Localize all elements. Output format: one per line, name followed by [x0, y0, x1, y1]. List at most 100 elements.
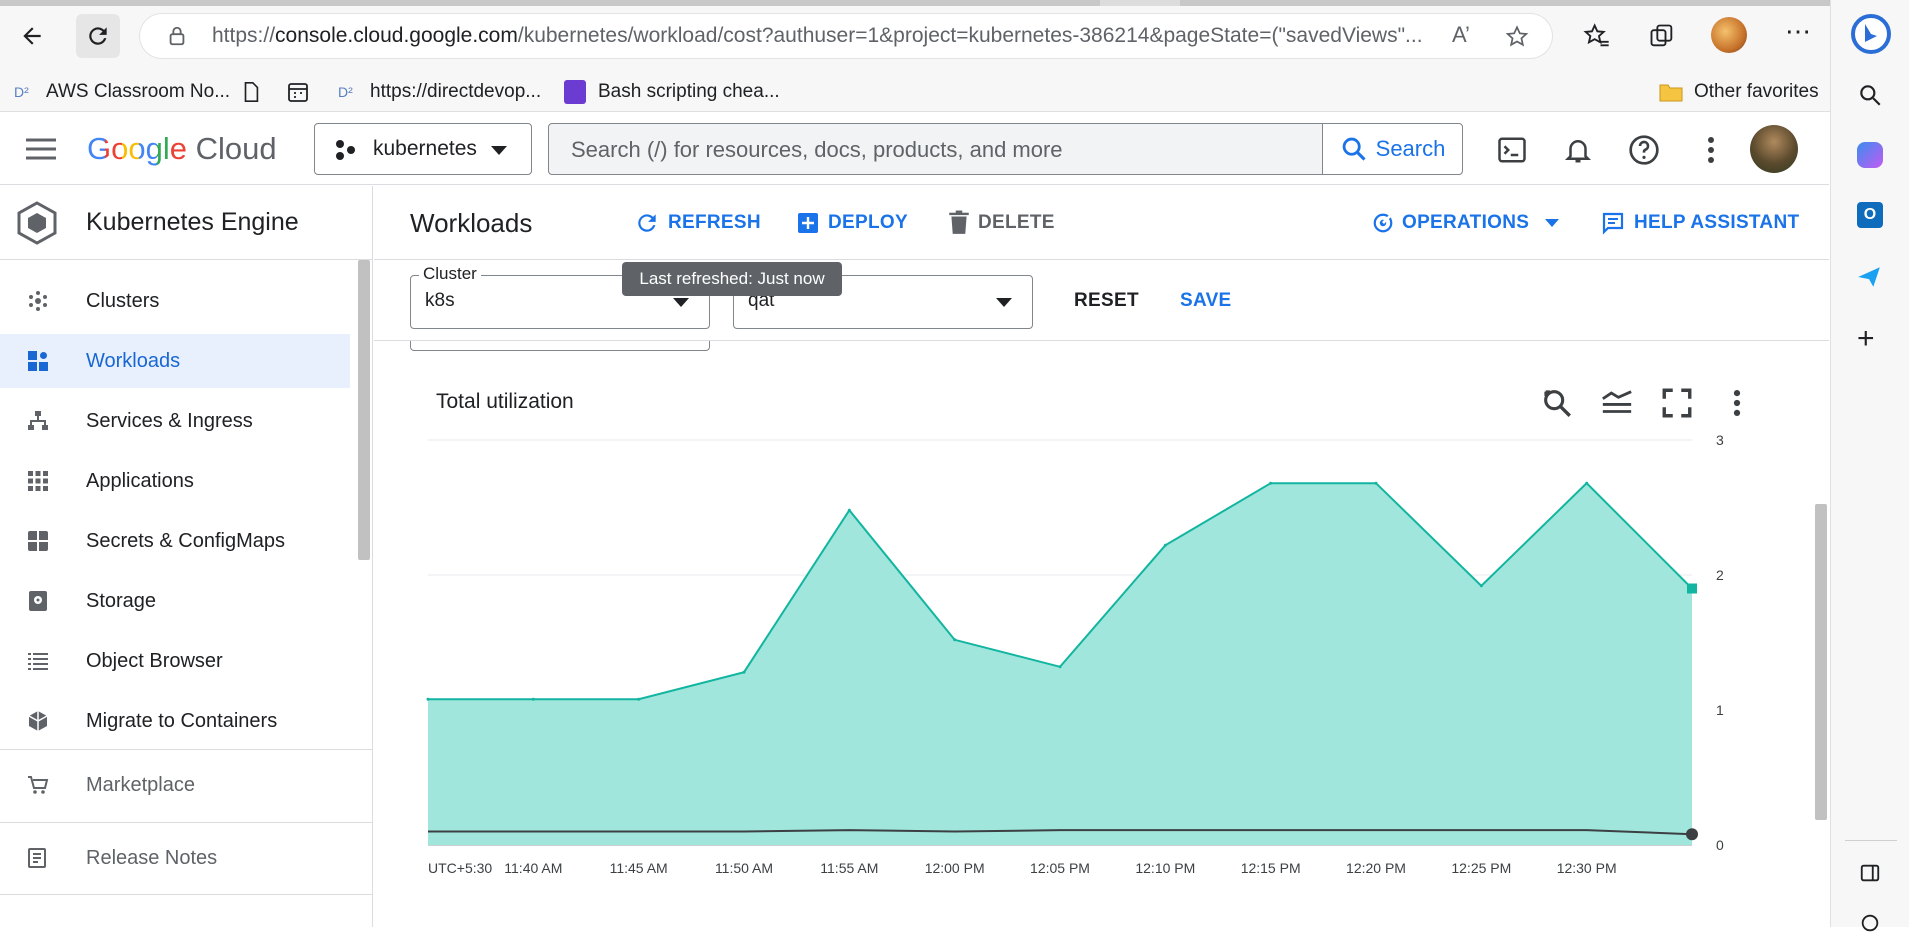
add-icon[interactable]: +: [1857, 322, 1875, 356]
applications-icon: [28, 471, 48, 491]
data-point: [1058, 665, 1062, 669]
browser-toolbar: https://console.cloud.google.com/kuberne…: [0, 0, 1909, 72]
object-browser-icon: [28, 653, 48, 670]
operations-button[interactable]: OPERATIONS: [1372, 186, 1560, 260]
settings-icon[interactable]: [1859, 912, 1881, 934]
delete-label: DELETE: [978, 212, 1055, 233]
sidebar-item-storage[interactable]: Storage: [0, 574, 350, 628]
fullscreen-icon[interactable]: [1660, 386, 1694, 420]
send-icon[interactable]: [1855, 264, 1883, 290]
sidebar-item-migrate-to-containers[interactable]: Migrate to Containers: [0, 694, 350, 748]
sidebar-toggle-icon[interactable]: [1859, 862, 1881, 884]
sidebar-item-services-ingress[interactable]: Services & Ingress: [0, 394, 350, 448]
favorites-icon[interactable]: [1583, 22, 1611, 50]
cluster-label: Cluster: [419, 264, 481, 284]
deploy-button[interactable]: DEPLOY: [796, 186, 908, 260]
bing-chat-icon[interactable]: [1849, 10, 1893, 58]
sidebar-item-secrets-configmaps[interactable]: Secrets & ConfigMaps: [0, 514, 350, 568]
read-aloud-icon[interactable]: A’: [1452, 22, 1470, 48]
more-icon[interactable]: ⋯: [1785, 16, 1812, 47]
workloads-icon: [28, 351, 48, 371]
refresh-button[interactable]: REFRESH: [634, 186, 761, 260]
google-cloud-logo[interactable]: Google Cloud: [87, 131, 277, 167]
data-point: [637, 697, 641, 701]
main-scrollbar[interactable]: [1815, 504, 1827, 820]
browser-tab[interactable]: [1180, 0, 1909, 6]
url-text[interactable]: https://console.cloud.google.com/kuberne…: [212, 14, 1442, 58]
back-button[interactable]: [10, 14, 54, 58]
cluster-select-shadow: [410, 341, 710, 351]
more-vert-icon[interactable]: [1720, 386, 1754, 420]
add-favorite-icon[interactable]: [1504, 24, 1530, 50]
page-icon[interactable]: [240, 80, 262, 104]
lock-icon[interactable]: [166, 25, 188, 47]
divider: [0, 894, 373, 895]
save-button[interactable]: SAVE: [1180, 261, 1232, 341]
search-button[interactable]: Search: [1322, 124, 1462, 174]
sidebar-item-label: Workloads: [86, 349, 181, 372]
refresh-tooltip: Last refreshed: Just now: [622, 262, 842, 296]
sidebar-scrollbar[interactable]: [358, 260, 370, 560]
cluster-value: k8s: [425, 290, 455, 311]
calendar-icon[interactable]: [286, 80, 310, 104]
bookmark-item[interactable]: AWS Classroom No...: [46, 72, 230, 112]
reload-button[interactable]: [76, 14, 120, 58]
utilization-chart[interactable]: 0 1 2 3 UTC+5:30 11:40 AM 11:45 AM 11:50 AM 11:5…: [410, 430, 1790, 900]
account-avatar[interactable]: [1750, 125, 1798, 173]
edge-sidebar: O +: [1830, 0, 1909, 932]
other-favorites[interactable]: Other favorites: [1694, 72, 1819, 112]
delete-button[interactable]: DELETE: [948, 186, 1055, 260]
address-bar[interactable]: https://console.cloud.google.com/kuberne…: [140, 14, 1552, 58]
x-tick-label: 11:50 AM: [715, 860, 773, 876]
storage-icon: [29, 591, 47, 611]
bookmark-item[interactable]: Bash scripting chea...: [598, 72, 780, 112]
tab-strip: [0, 0, 1909, 6]
cloud-shell-icon[interactable]: [1497, 135, 1527, 165]
browser-tab[interactable]: [0, 0, 1100, 6]
help-assistant-label: HELP ASSISTANT: [1634, 212, 1800, 233]
data-point: [953, 638, 957, 642]
collections-icon[interactable]: [1648, 22, 1676, 50]
y-tick-label: 2: [1716, 567, 1724, 583]
operations-icon: [1373, 213, 1393, 233]
help-assistant-button[interactable]: HELP ASSISTANT: [1600, 186, 1799, 260]
sidebar-item-label: Services & Ingress: [86, 409, 253, 432]
profile-avatar[interactable]: [1711, 17, 1747, 53]
utilization-chart-card: Total utilization 0 1 2 3 UTC+5:30 11:40 AM 11…: [410, 370, 1790, 900]
legend-toggle-icon[interactable]: [1600, 386, 1634, 420]
project-picker[interactable]: kubernetes: [314, 123, 532, 175]
url-host: console.cloud.google.com: [275, 24, 518, 47]
action-bar: Workloads REFRESH DEPLOY DELETE OPERATIO…: [374, 186, 1829, 260]
url-path: /kubernetes/workload/cost?authuser=1&pro…: [517, 24, 1423, 47]
url-scheme: https://: [212, 24, 276, 47]
sidebar-item-object-browser[interactable]: Object Browser: [0, 634, 350, 688]
search-icon[interactable]: [1857, 82, 1883, 108]
data-point: [742, 670, 746, 674]
more-vert-icon[interactable]: [1700, 136, 1722, 164]
notifications-icon[interactable]: [1563, 134, 1593, 166]
search-input[interactable]: Search (/) for resources, docs, products…: [571, 137, 1063, 163]
reset-button[interactable]: RESET: [1074, 261, 1139, 341]
zoom-reset-icon[interactable]: [1540, 386, 1574, 420]
data-point: [531, 697, 535, 701]
release-notes-icon: [28, 848, 46, 868]
x-tick-label: 12:20 PM: [1346, 860, 1406, 876]
search-bar[interactable]: Search (/) for resources, docs, products…: [548, 123, 1463, 175]
folder-icon: [1659, 84, 1683, 102]
help-icon[interactable]: [1628, 134, 1660, 166]
bookmark-item[interactable]: https://directdevop...: [370, 72, 541, 112]
refresh-icon: [638, 214, 656, 232]
copilot-icon[interactable]: [1857, 142, 1883, 168]
search-button-label: Search: [1375, 136, 1446, 161]
data-point: [426, 697, 430, 701]
hamburger-menu-icon[interactable]: [26, 137, 56, 161]
sidebar-item-clusters[interactable]: Clusters: [0, 274, 350, 328]
outlook-icon[interactable]: O: [1857, 202, 1883, 228]
sidebar-item-marketplace[interactable]: Marketplace: [0, 758, 350, 812]
onenote-icon: [564, 80, 586, 104]
sidebar-item-label: Storage: [86, 589, 157, 612]
sidebar-item-release-notes[interactable]: Release Notes: [0, 831, 350, 885]
sidebar-item-applications[interactable]: Applications: [0, 454, 350, 508]
sidebar-item-workloads[interactable]: Workloads: [0, 334, 350, 388]
sidebar-item-label: Secrets & ConfigMaps: [86, 529, 285, 552]
